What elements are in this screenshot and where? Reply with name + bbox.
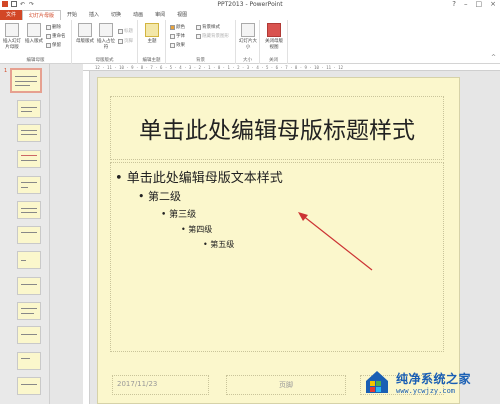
tab-animations[interactable]: 动画 [127, 10, 149, 20]
body-level-1: • 单击此处编辑母版文本样式 [115, 171, 283, 186]
tab-view[interactable]: 视图 [171, 10, 193, 20]
watermark-url: www.ycwjzy.com [396, 386, 456, 395]
help-icon[interactable]: ? [452, 0, 456, 8]
close-master-view-button[interactable]: 关闭母版视图 [263, 23, 285, 50]
thumbnail-layout[interactable] [17, 124, 41, 142]
slide-size-button[interactable]: 幻灯片大小 [238, 23, 258, 50]
footer-placeholder[interactable]: 页脚 [226, 375, 346, 395]
tab-review[interactable]: 审阅 [149, 10, 171, 20]
rename-icon [46, 33, 51, 39]
body-level-4: • 第四级 [181, 225, 213, 234]
group-edit-theme: 主题 编辑主题 [138, 20, 166, 64]
checkbox-icon [118, 28, 123, 34]
body-placeholder[interactable]: • 单击此处编辑母版文本样式 • 第二级 • 第三级 • 第四级 • 第五级 [110, 162, 444, 352]
colors-icon [170, 24, 175, 30]
thumbnail-layout[interactable] [17, 302, 41, 320]
vertical-ruler [83, 71, 90, 404]
close-icon[interactable]: × [490, 0, 496, 8]
body-level-3: • 第三级 [161, 210, 197, 220]
master-layout-icon [78, 23, 92, 37]
insert-slide-master-button[interactable]: 插入幻灯片母版 [2, 23, 22, 50]
thumbnail-layout[interactable] [17, 277, 41, 295]
thumbnail-layout[interactable] [17, 251, 41, 269]
thumbnail-layout[interactable] [17, 226, 41, 244]
effects-button[interactable]: 效果 [170, 42, 185, 48]
thumbnail-number: 1 [4, 68, 8, 74]
watermark-logo-icon [366, 371, 388, 393]
body-level-2: • 第二级 [138, 190, 181, 203]
thumbnail-layout[interactable] [17, 150, 41, 168]
master-layout-button[interactable]: 母版版式 [76, 23, 94, 44]
thumbnail-layout[interactable] [17, 176, 41, 194]
checkbox-icon [118, 38, 123, 44]
group-background: 颜色 字体 效果 背景样式 隐藏背景图形 背景 [166, 20, 236, 64]
maximize-icon[interactable]: □ [476, 0, 483, 8]
background-styles-button[interactable]: 背景样式 [196, 24, 220, 30]
minimize-icon[interactable]: – [464, 0, 468, 8]
group-size: 幻灯片大小 大小 [236, 20, 260, 64]
slide-size-icon [241, 23, 255, 37]
insert-placeholder-button[interactable]: 插入占位符 [96, 23, 116, 50]
title-bar: ↶ ↷ PPT2013 - PowerPoint ? – □ × [0, 0, 500, 10]
preserve-icon [46, 42, 51, 48]
footer-checkbox[interactable]: 页脚 [118, 38, 133, 44]
group-master-layout: 母版版式 插入占位符 标题 页脚 母版版式 [72, 20, 138, 64]
watermark-title: 纯净系统之家 [396, 371, 472, 386]
insert-placeholder-icon [99, 23, 113, 37]
close-master-icon [267, 23, 281, 37]
tab-insert[interactable]: 插入 [83, 10, 105, 20]
insert-layout-button[interactable]: 插入版式 [24, 23, 44, 44]
thumbnail-layout[interactable] [17, 326, 41, 344]
fonts-button[interactable]: 字体 [170, 33, 185, 39]
collapse-ribbon-icon[interactable]: ^ [491, 54, 496, 61]
slide-thumbnails-pane: 1 [0, 64, 50, 404]
colors-button[interactable]: 颜色 [170, 24, 185, 30]
date-placeholder[interactable]: 2017/11/23 [112, 375, 209, 395]
fonts-icon [170, 33, 175, 39]
rename-button[interactable]: 重命名 [46, 33, 66, 39]
insert-master-icon [5, 23, 19, 37]
window-controls: ? – □ × [452, 0, 496, 8]
slide-canvas[interactable]: 单击此处编辑母版标题样式 • 单击此处编辑母版文本样式 • 第二级 • 第三级 … [97, 77, 460, 404]
group-edit-master: 插入幻灯片母版 插入版式 删除 重命名 保留 编辑母版 [0, 20, 72, 64]
title-text: 单击此处编辑母版标题样式 [139, 118, 415, 144]
horizontal-ruler: 12 · 11 · 10 · 9 · 8 · 7 · 6 · 5 · 4 · 3… [83, 64, 500, 71]
ribbon: 插入幻灯片母版 插入版式 删除 重命名 保留 编辑母版 母版版式 插入占位符 标… [0, 20, 500, 64]
delete-button[interactable]: 删除 [46, 24, 61, 30]
ribbon-tabs: 文件 幻灯片母版 开始 插入 切换 动画 审阅 视图 [0, 10, 500, 20]
thumbnail-layout[interactable] [17, 377, 41, 395]
thumbnail-layout[interactable] [17, 201, 41, 219]
title-checkbox[interactable]: 标题 [118, 28, 133, 34]
body-level-5: • 第五级 [203, 240, 235, 249]
themes-icon [145, 23, 159, 37]
thumbnail-layout[interactable] [17, 100, 41, 118]
hide-background-checkbox[interactable]: 隐藏背景图形 [196, 33, 229, 39]
thumbnail-master[interactable] [10, 68, 42, 93]
group-close: 关闭母版视图 关闭 [260, 20, 288, 64]
background-styles-icon [196, 24, 201, 30]
tab-file[interactable]: 文件 [0, 10, 22, 20]
watermark: 纯净系统之家 www.ycwjzy.com [362, 362, 498, 402]
themes-button[interactable]: 主题 [143, 23, 161, 44]
window-title: PPT2013 - PowerPoint [217, 1, 283, 8]
tab-home[interactable]: 开始 [61, 10, 83, 20]
delete-icon [46, 24, 51, 30]
insert-layout-icon [27, 23, 41, 37]
preserve-button[interactable]: 保留 [46, 42, 61, 48]
tab-slide-master[interactable]: 幻灯片母版 [22, 10, 62, 20]
thumbnail-layout[interactable] [17, 352, 41, 370]
title-placeholder[interactable]: 单击此处编辑母版标题样式 [110, 96, 444, 160]
checkbox-icon [196, 33, 201, 39]
effects-icon [170, 42, 175, 48]
tab-transitions[interactable]: 切换 [105, 10, 127, 20]
